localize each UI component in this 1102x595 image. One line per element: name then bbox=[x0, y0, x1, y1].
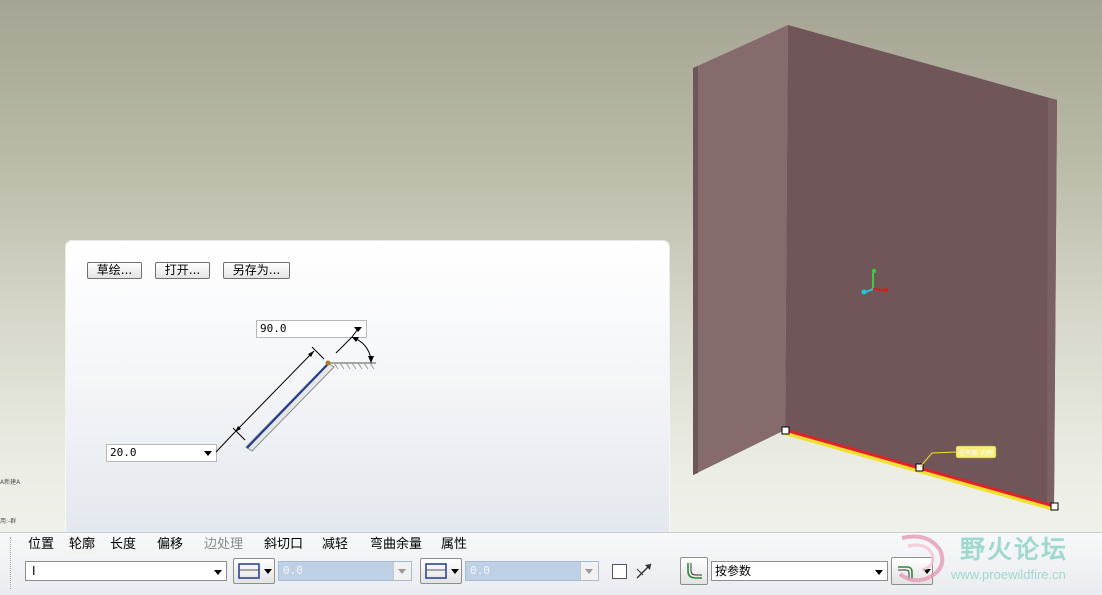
tab-edge-treatment[interactable]: 边处理 bbox=[204, 536, 243, 554]
offset-value-1-dropdown[interactable] bbox=[393, 562, 411, 580]
chevron-down-icon[interactable] bbox=[264, 569, 272, 574]
edge-end-handle[interactable] bbox=[1050, 502, 1059, 511]
wall-side-thickness bbox=[693, 66, 698, 475]
sheetmetal-model bbox=[693, 25, 1057, 511]
edge-start-handle[interactable] bbox=[781, 426, 790, 435]
shape-select[interactable]: I bbox=[25, 561, 227, 581]
chevron-down-icon[interactable] bbox=[451, 569, 459, 574]
tab-offset[interactable]: 偏移 bbox=[157, 536, 183, 554]
tab-bend-allowance[interactable]: 弯曲余量 bbox=[370, 536, 422, 554]
profile-sketch bbox=[215, 328, 376, 453]
tab-placement[interactable]: 位置 bbox=[28, 536, 54, 554]
offset-value-2-field[interactable]: 0.0 bbox=[465, 561, 599, 581]
chevron-down-icon[interactable] bbox=[214, 570, 222, 575]
tab-relief[interactable]: 减轻 bbox=[322, 536, 348, 554]
offset-type-icon bbox=[425, 563, 447, 579]
offset-value-1-field[interactable]: 0.0 bbox=[278, 561, 412, 581]
bend-mode-select[interactable]: 按参数 bbox=[711, 561, 888, 581]
bend-radius-icon bbox=[687, 563, 702, 579]
wall-side-face bbox=[693, 25, 788, 475]
watermark-logo bbox=[898, 534, 945, 583]
chevron-down-icon[interactable] bbox=[875, 570, 883, 575]
tab-miter-cuts[interactable]: 斜切口 bbox=[264, 536, 303, 554]
callout-label: 在平面, 内侧 bbox=[959, 449, 993, 457]
tab-length[interactable]: 长度 bbox=[110, 536, 136, 554]
offset-value-2: 0.0 bbox=[470, 564, 490, 577]
bend-radius-button[interactable] bbox=[680, 557, 708, 585]
square-toggle-icon[interactable] bbox=[612, 564, 627, 579]
flip-direction-icon[interactable] bbox=[634, 561, 654, 581]
offset-value-2-dropdown[interactable] bbox=[580, 562, 598, 580]
offset-type-2-button[interactable] bbox=[420, 558, 462, 584]
watermark-url: www.proewildfire.cn bbox=[951, 567, 1066, 582]
offset-type-1-button[interactable] bbox=[233, 558, 275, 584]
tab-properties[interactable]: 属性 bbox=[441, 536, 467, 554]
wall-front-face bbox=[785, 25, 1057, 506]
offset-type-icon bbox=[238, 563, 260, 579]
bend-mode-value: 按参数 bbox=[715, 564, 752, 578]
watermark-title: 野火论坛 bbox=[960, 535, 1069, 564]
shape-select-value: I bbox=[32, 564, 36, 578]
dashboard-grip[interactable] bbox=[10, 537, 13, 589]
wall-front-thickness bbox=[1047, 98, 1057, 506]
tab-profile[interactable]: 轮廓 bbox=[68, 536, 97, 554]
offset-value-1: 0.0 bbox=[283, 564, 303, 577]
profile-panel: 草绘... 打开... 另存为... 90.0 20.0 bbox=[66, 241, 669, 532]
